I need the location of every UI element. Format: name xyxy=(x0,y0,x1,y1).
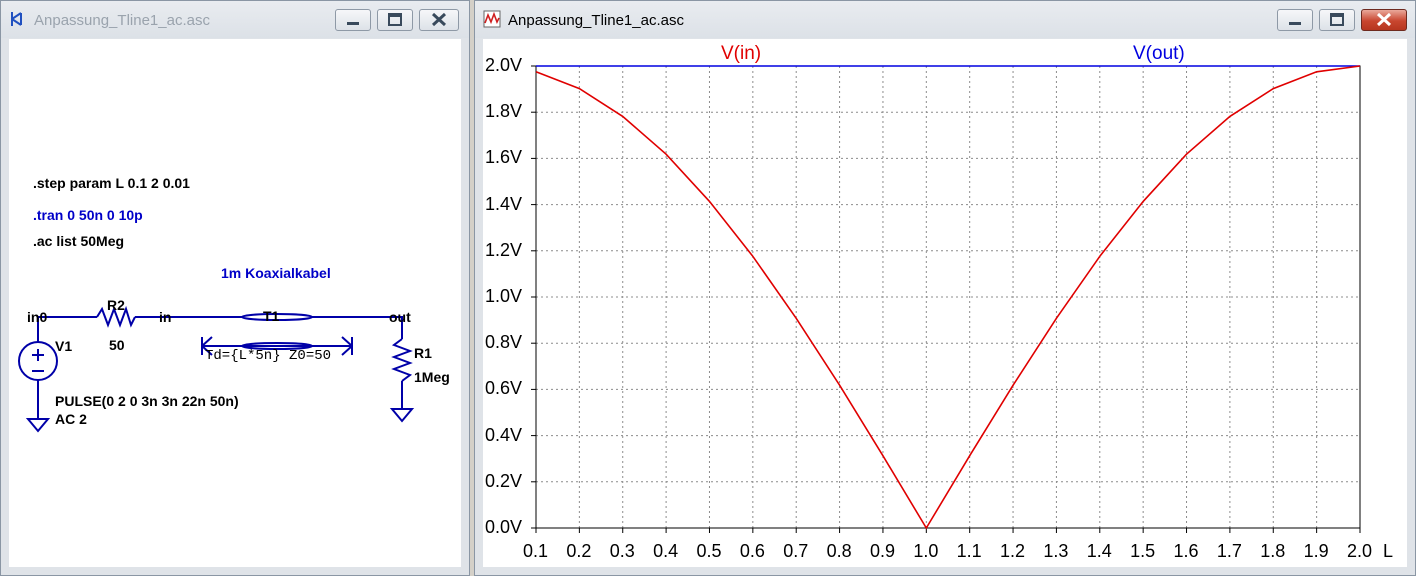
v1-name[interactable]: V1 xyxy=(55,338,72,354)
v1-symbol[interactable] xyxy=(18,326,58,396)
x-tick-label: 1.4 xyxy=(1086,541,1112,561)
x-tick-label: 1.9 xyxy=(1303,541,1329,561)
v1-value[interactable]: PULSE(0 2 0 3n 3n 22n 50n) xyxy=(55,393,239,409)
x-tick-label: 1.7 xyxy=(1216,541,1242,561)
r2-value[interactable]: 50 xyxy=(109,337,125,353)
x-axis-label: L xyxy=(1383,541,1394,561)
maximize-button[interactable] xyxy=(377,9,413,31)
x-tick-label: 1.3 xyxy=(1043,541,1069,561)
minimize-button[interactable] xyxy=(1277,9,1313,31)
schematic-window: Anpassung_Tline1_ac.asc .step param L 0.… xyxy=(0,0,470,576)
ground-r1 xyxy=(389,408,415,423)
net-label-out[interactable]: out xyxy=(389,309,411,325)
minimize-icon xyxy=(1289,22,1301,25)
plot-titlebar[interactable]: Anpassung_Tline1_ac.asc xyxy=(475,1,1415,38)
v1-ac-value[interactable]: AC 2 xyxy=(55,411,87,427)
y-tick-label: 2.0V xyxy=(485,55,523,75)
x-tick-label: 0.1 xyxy=(523,541,549,561)
maximize-button[interactable] xyxy=(1319,9,1355,31)
plot-pane[interactable]: V(in) V(out) 0.1 0.2 0.3 0.4 0.5 0.6 0.7 0.8 0.9… xyxy=(483,39,1407,567)
net-label-in[interactable]: in xyxy=(159,309,171,325)
x-tick-label: 2.0 xyxy=(1347,541,1373,561)
x-tick-label: 1.8 xyxy=(1260,541,1286,561)
x-tick-label: 1.2 xyxy=(1000,541,1026,561)
close-button[interactable] xyxy=(419,9,459,31)
y-tick-label: 0.0V xyxy=(485,517,523,537)
y-tick-label: 1.8V xyxy=(485,101,523,122)
y-tick-label: 0.4V xyxy=(485,424,523,445)
schematic-title: Anpassung_Tline1_ac.asc xyxy=(34,12,210,29)
minimize-icon xyxy=(347,22,359,25)
maximize-icon xyxy=(388,13,402,26)
y-tick-label: 1.0V xyxy=(485,286,523,306)
waveform-icon xyxy=(483,10,501,28)
plot-window: Anpassung_Tline1_ac.asc V(in) V(out) 0.1… xyxy=(474,0,1416,576)
plot-title: Anpassung_Tline1_ac.asc xyxy=(508,12,684,29)
net-label-in0[interactable]: in0 xyxy=(27,309,47,325)
schematic-icon xyxy=(11,12,22,26)
x-tick-label: 1.6 xyxy=(1173,541,1199,561)
y-tick-label: 1.6V xyxy=(485,147,523,168)
x-tick-label: 0.8 xyxy=(826,541,852,561)
x-tick-label: 0.3 xyxy=(609,541,635,561)
x-tick-label: 0.2 xyxy=(566,541,592,561)
x-tick-label: 1.5 xyxy=(1130,541,1156,561)
t1-name[interactable]: T1 xyxy=(263,308,279,324)
t1-value[interactable]: Td={L*5n} Z0=50 xyxy=(205,348,331,364)
close-icon xyxy=(1376,12,1392,27)
y-tick-label: 1.2V xyxy=(485,239,523,260)
r1-name[interactable]: R1 xyxy=(414,345,432,361)
y-tick-label: 1.4V xyxy=(485,193,523,214)
y-tick-label: 0.8V xyxy=(485,332,523,353)
x-tick-label: 0.4 xyxy=(653,541,679,561)
x-tick-label: 1.1 xyxy=(956,541,982,561)
close-icon xyxy=(431,12,447,27)
schematic-titlebar[interactable]: Anpassung_Tline1_ac.asc xyxy=(1,1,469,38)
maximize-icon xyxy=(1330,13,1344,26)
x-tick-label: 0.7 xyxy=(783,541,809,561)
x-tick-label: 0.6 xyxy=(739,541,765,561)
ground-v1 xyxy=(25,418,51,433)
r2-name[interactable]: R2 xyxy=(107,297,125,313)
schematic-wires xyxy=(18,305,415,433)
schematic-canvas[interactable]: .step param L 0.1 2 0.01 .tran 0 50n 0 1… xyxy=(9,39,461,567)
x-tick-label: 1.0 xyxy=(913,541,939,561)
x-tick-label: 0.9 xyxy=(869,541,895,561)
y-tick-label: 0.6V xyxy=(485,378,523,399)
plot-area[interactable] xyxy=(483,39,1407,567)
minimize-button[interactable] xyxy=(335,9,371,31)
close-button[interactable] xyxy=(1361,9,1407,31)
r1-value[interactable]: 1Meg xyxy=(414,369,450,385)
x-tick-label: 0.5 xyxy=(696,541,722,561)
y-tick-label: 0.2V xyxy=(485,470,523,491)
